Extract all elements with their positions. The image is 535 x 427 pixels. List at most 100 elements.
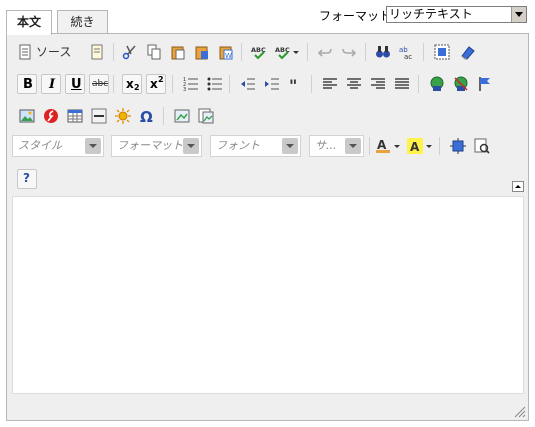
page-icon <box>91 44 103 60</box>
cut-button[interactable] <box>120 42 140 62</box>
special-char-button[interactable]: Ω <box>137 106 157 126</box>
subscript-label: x <box>126 77 134 91</box>
format-select[interactable]: リッチテキスト <box>386 6 527 23</box>
separator <box>113 75 114 93</box>
show-blocks-button[interactable] <box>472 136 492 156</box>
chevron-down-icon[interactable] <box>282 138 298 154</box>
anchor-button[interactable] <box>475 74 495 94</box>
svg-text:A: A <box>377 138 387 152</box>
image-button[interactable] <box>17 106 37 126</box>
spellcheck-as-you-type-button[interactable]: ABC <box>273 42 301 62</box>
italic-label: I <box>49 77 56 92</box>
flash-button[interactable] <box>41 106 61 126</box>
bold-button[interactable]: B <box>17 74 37 94</box>
numbered-list-button[interactable]: 123 <box>181 74 201 94</box>
remove-format-button[interactable] <box>457 42 477 62</box>
align-center-icon <box>347 78 361 89</box>
separator <box>163 107 164 125</box>
redo-button[interactable] <box>339 42 359 62</box>
text-color-button[interactable]: A <box>373 136 401 156</box>
separator <box>229 75 230 93</box>
document-icon <box>19 44 31 60</box>
strikethrough-button[interactable]: abc <box>89 74 109 94</box>
outdent-button[interactable] <box>238 74 258 94</box>
omega-icon: Ω <box>140 108 153 124</box>
paste-text-icon <box>195 46 208 60</box>
svg-text:": " <box>289 76 297 92</box>
strikethrough-label: abc <box>92 79 109 89</box>
quote-icon: " <box>289 76 297 92</box>
select-all-icon <box>434 44 450 60</box>
link-icon <box>430 76 444 91</box>
copy-button[interactable] <box>144 42 164 62</box>
blockquote-button[interactable]: " <box>286 74 306 94</box>
justify-icon <box>395 78 409 89</box>
background-color-button[interactable]: A <box>405 136 433 156</box>
indent-button[interactable] <box>262 74 282 94</box>
paste-button[interactable] <box>168 42 188 62</box>
align-right-icon <box>371 78 385 89</box>
separator <box>423 43 424 61</box>
collapse-toolbar-button[interactable] <box>512 181 524 192</box>
maximize-button[interactable] <box>448 136 468 156</box>
spellcheck-button[interactable]: ABC <box>249 42 269 62</box>
select-all-button[interactable] <box>432 42 452 62</box>
source-button[interactable] <box>15 42 35 62</box>
bulleted-list-button[interactable] <box>205 74 225 94</box>
align-left-icon <box>323 78 337 89</box>
replace-button[interactable]: ab ac <box>397 42 417 62</box>
subscript-button[interactable]: x 2 <box>122 74 142 94</box>
insert-image-button[interactable] <box>172 106 192 126</box>
chevron-down-icon <box>394 145 400 148</box>
underline-button[interactable]: U <box>65 74 85 94</box>
undo-button[interactable] <box>315 42 335 62</box>
horizontal-rule-button[interactable] <box>89 106 109 126</box>
separator <box>311 75 312 93</box>
size-combo-label: サ... <box>315 139 337 152</box>
sun-icon <box>115 108 131 124</box>
link-button[interactable] <box>427 74 447 94</box>
separator <box>418 75 419 93</box>
superscript-label: x <box>150 77 158 91</box>
superscript-mark: 2 <box>158 75 164 84</box>
paste-text-button[interactable] <box>192 42 212 62</box>
flag-icon <box>479 77 490 91</box>
format-combo-label: フォーマット <box>117 139 183 152</box>
format-combo[interactable]: フォーマット <box>111 135 202 157</box>
smiley-button[interactable] <box>113 106 133 126</box>
image-icon <box>19 109 35 123</box>
align-center-button[interactable] <box>344 74 364 94</box>
new-page-button[interactable] <box>87 42 107 62</box>
resize-grip-icon[interactable] <box>514 406 526 418</box>
subscript-mark: 2 <box>134 83 140 92</box>
tab-main-text[interactable]: 本文 <box>6 10 52 35</box>
undo-icon <box>317 48 332 57</box>
chevron-down-icon[interactable] <box>183 138 199 154</box>
font-combo[interactable]: フォント <box>210 135 301 157</box>
horizontal-rule-icon <box>91 108 107 124</box>
table-button[interactable] <box>65 106 85 126</box>
chevron-down-icon[interactable] <box>511 7 526 22</box>
editor-content-area[interactable] <box>12 196 524 394</box>
italic-button[interactable]: I <box>41 74 61 94</box>
chevron-down-icon <box>426 145 432 148</box>
size-combo[interactable]: サ... <box>309 135 364 157</box>
spellcheck-icon: ABC <box>251 46 266 60</box>
copy-icon <box>147 44 161 60</box>
superscript-button[interactable]: x 2 <box>146 74 166 94</box>
align-right-button[interactable] <box>368 74 388 94</box>
find-button[interactable] <box>373 42 393 62</box>
align-left-button[interactable] <box>320 74 340 94</box>
binoculars-icon <box>376 46 390 58</box>
paste-word-button[interactable]: W <box>216 42 236 62</box>
style-combo[interactable]: スタイル <box>12 135 104 157</box>
tab-continued[interactable]: 続き <box>57 10 108 33</box>
chevron-down-icon[interactable] <box>345 138 361 154</box>
justify-button[interactable] <box>392 74 412 94</box>
help-button[interactable]: ? <box>17 169 37 189</box>
unlink-button[interactable] <box>451 74 471 94</box>
separator <box>241 43 242 61</box>
chevron-down-icon[interactable] <box>85 138 101 154</box>
bulleted-list-icon <box>207 77 222 91</box>
template-button[interactable] <box>196 106 216 126</box>
